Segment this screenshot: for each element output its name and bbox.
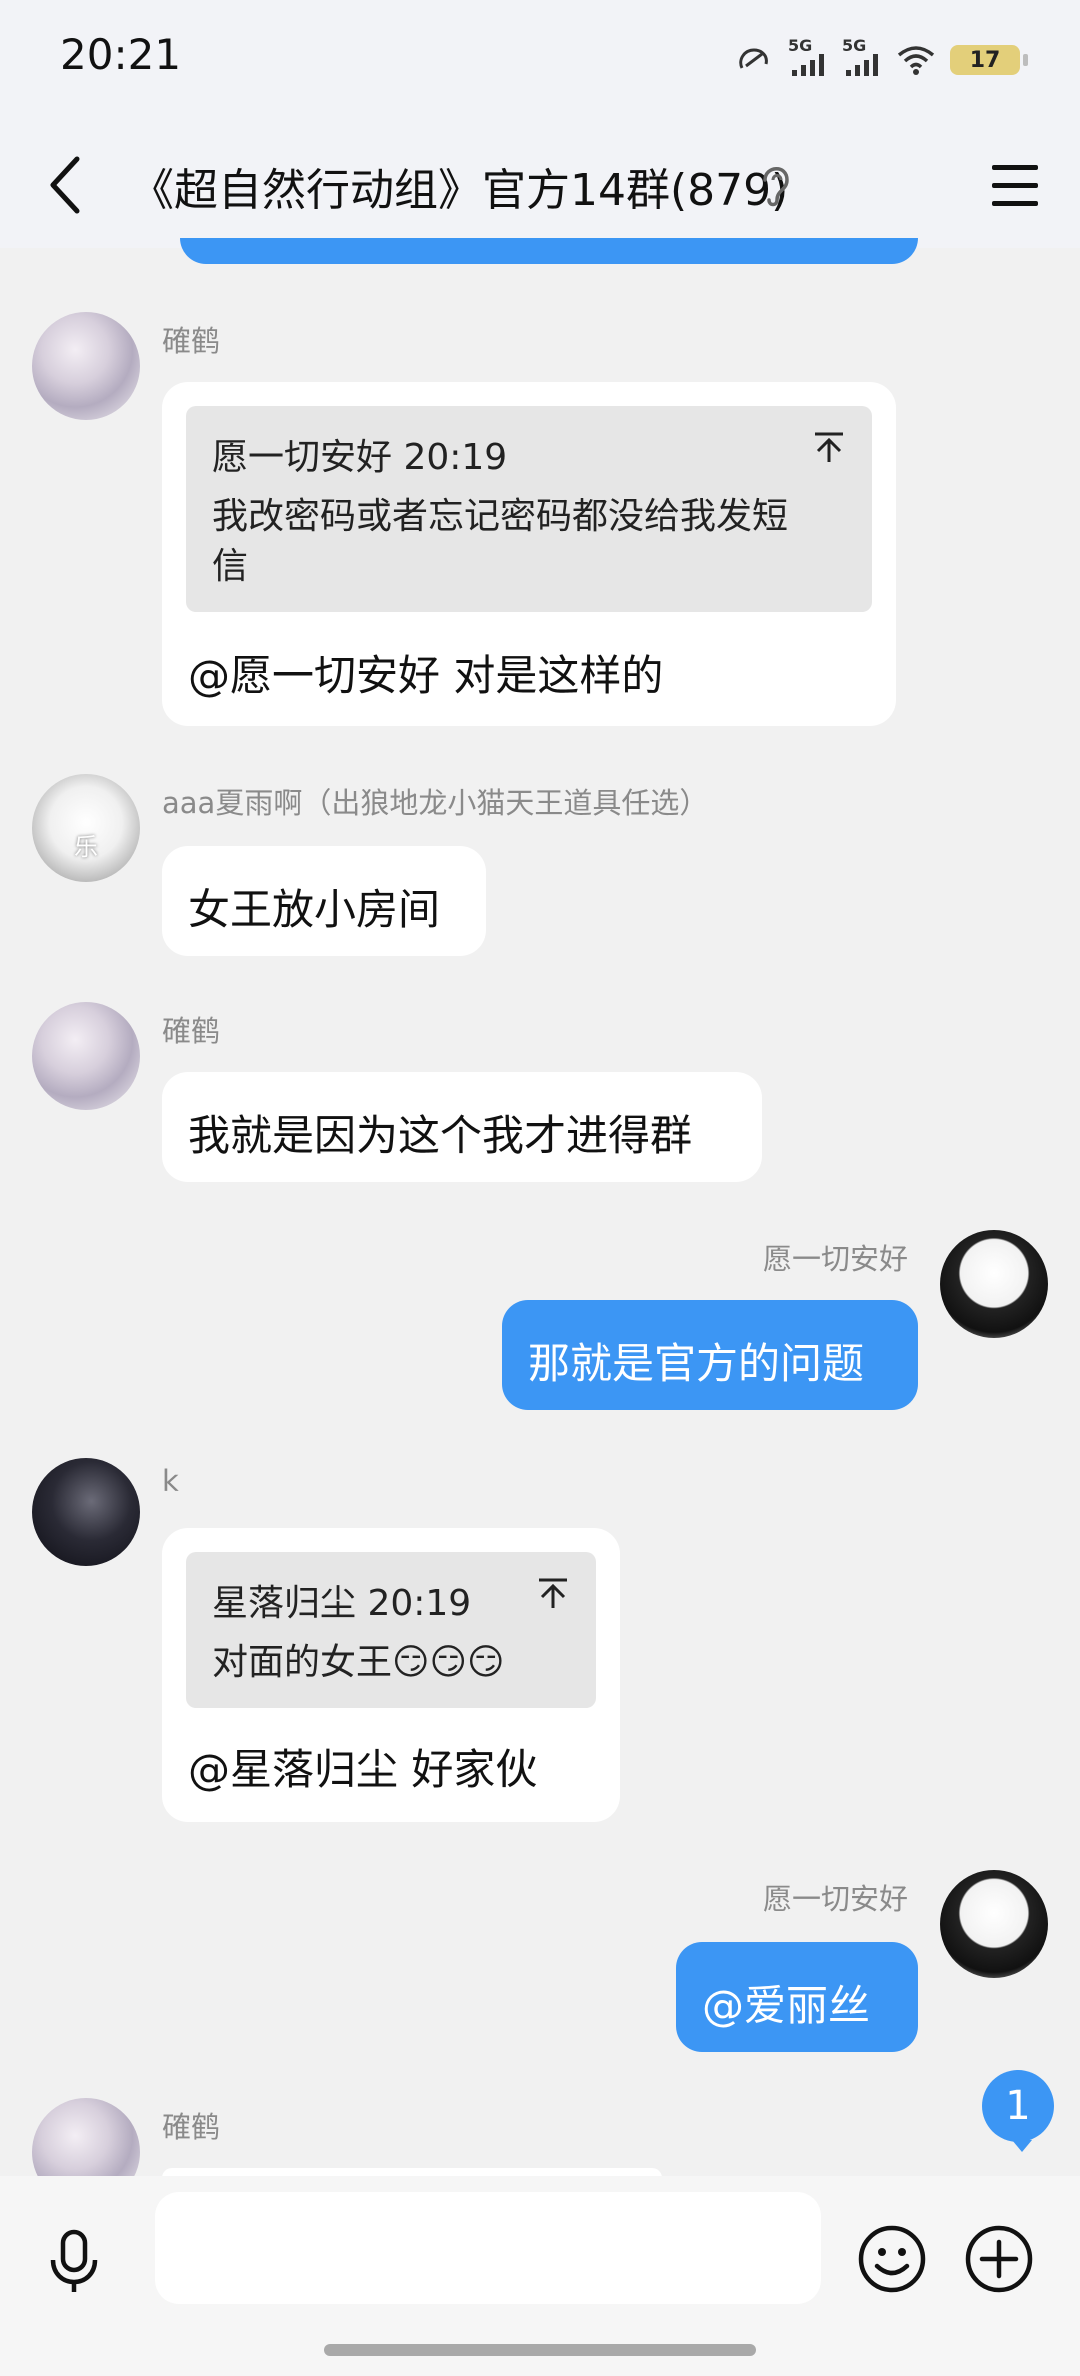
- signal-bars-icon: [792, 54, 824, 76]
- ear-icon[interactable]: [755, 160, 795, 210]
- quote-line: 我改密码或者忘记密码都没给我发短: [212, 496, 789, 537]
- reply-quote[interactable]: 愿一切安好 20:19 我改密码或者忘记密码都没给我发短 信: [186, 406, 872, 612]
- message-bubble[interactable]: 愿一切安好 20:19 我改密码或者忘记密码都没给我发短 信 @愿一切安好 对是…: [162, 382, 896, 726]
- message-text: @愿一切安好 对是这样的: [188, 651, 664, 700]
- chat-title[interactable]: 《超自然行动组》官方14群(879): [130, 154, 788, 218]
- message-input[interactable]: [155, 2192, 821, 2304]
- message-text: 那就是官方的问题: [528, 1339, 865, 1388]
- avatar[interactable]: 乐: [32, 774, 140, 882]
- jump-to-quote-icon[interactable]: [812, 430, 846, 464]
- message-text: 女王放小房间: [188, 885, 441, 934]
- sender-name: 確鹤: [162, 2110, 221, 2144]
- home-indicator[interactable]: [324, 2344, 756, 2356]
- avatar[interactable]: [32, 312, 140, 420]
- emoji-icon[interactable]: [855, 2222, 929, 2296]
- quote-body: 对面的女王😏😏😏: [212, 1642, 505, 1683]
- avatar-label: 乐: [74, 833, 98, 861]
- status-icons: 5G 5G 17: [736, 36, 1028, 82]
- message-text: 我就是因为这个我才进得群: [188, 1111, 693, 1160]
- wifi-icon: [897, 46, 935, 75]
- back-button[interactable]: [30, 150, 100, 220]
- sender-name: 確鹤: [162, 324, 221, 358]
- sender-name: 愿一切安好: [762, 1242, 908, 1276]
- status-bar: 20:21 5G 5G 17: [0, 0, 1080, 120]
- message-bubble[interactable]: 女王放小房间: [162, 846, 486, 956]
- signal-bars-icon: [846, 54, 878, 76]
- message-bubble[interactable]: 我就是因为这个我才进得群: [162, 1072, 762, 1182]
- sender-name: k: [162, 1464, 179, 1498]
- message-bubble[interactable]: 那就是官方的问题: [502, 1300, 918, 1410]
- input-bar: [0, 2176, 1080, 2376]
- menu-button[interactable]: [980, 150, 1050, 220]
- status-time: 20:21: [60, 30, 182, 79]
- signal-1: 5G: [788, 36, 828, 78]
- chat-header: 《超自然行动组》官方14群(879): [0, 120, 1080, 248]
- unread-count-badge[interactable]: 1: [982, 2070, 1054, 2152]
- sender-name: aaa夏雨啊（出狼地龙小猫天王道具任选）: [162, 786, 709, 820]
- sender-name: 愿一切安好: [762, 1882, 908, 1916]
- previous-message-bubble: [180, 238, 918, 264]
- chevron-left-icon: [50, 156, 80, 214]
- message-text: @星落归尘 好家伙: [188, 1745, 538, 1794]
- message-bubble[interactable]: @爱丽丝: [676, 1942, 918, 2052]
- message-text: @爱丽丝: [702, 1981, 871, 2030]
- quote-line: 信: [212, 546, 249, 587]
- plus-icon[interactable]: [962, 2222, 1036, 2296]
- avatar[interactable]: [940, 1230, 1048, 1338]
- avatar[interactable]: [940, 1870, 1048, 1978]
- signal-2: 5G: [842, 36, 882, 78]
- reply-quote[interactable]: 星落归尘 20:19 对面的女王😏😏😏: [186, 1552, 596, 1708]
- microphone-icon: [50, 2229, 98, 2292]
- avatar[interactable]: [32, 1458, 140, 1566]
- quote-header: 星落归尘 20:19: [212, 1583, 472, 1624]
- message-bubble[interactable]: 星落归尘 20:19 对面的女王😏😏😏 @星落归尘 好家伙: [162, 1528, 620, 1822]
- avatar[interactable]: [32, 1002, 140, 1110]
- quote-body: 我改密码或者忘记密码都没给我发短 信: [212, 492, 846, 592]
- nfc-icon: [739, 48, 768, 69]
- jump-to-quote-icon[interactable]: [536, 1576, 570, 1610]
- voice-button[interactable]: [38, 2226, 110, 2298]
- sender-name: 確鹤: [162, 1014, 221, 1048]
- quote-header: 愿一切安好 20:19: [212, 437, 508, 478]
- battery-indicator: 17: [950, 45, 1028, 75]
